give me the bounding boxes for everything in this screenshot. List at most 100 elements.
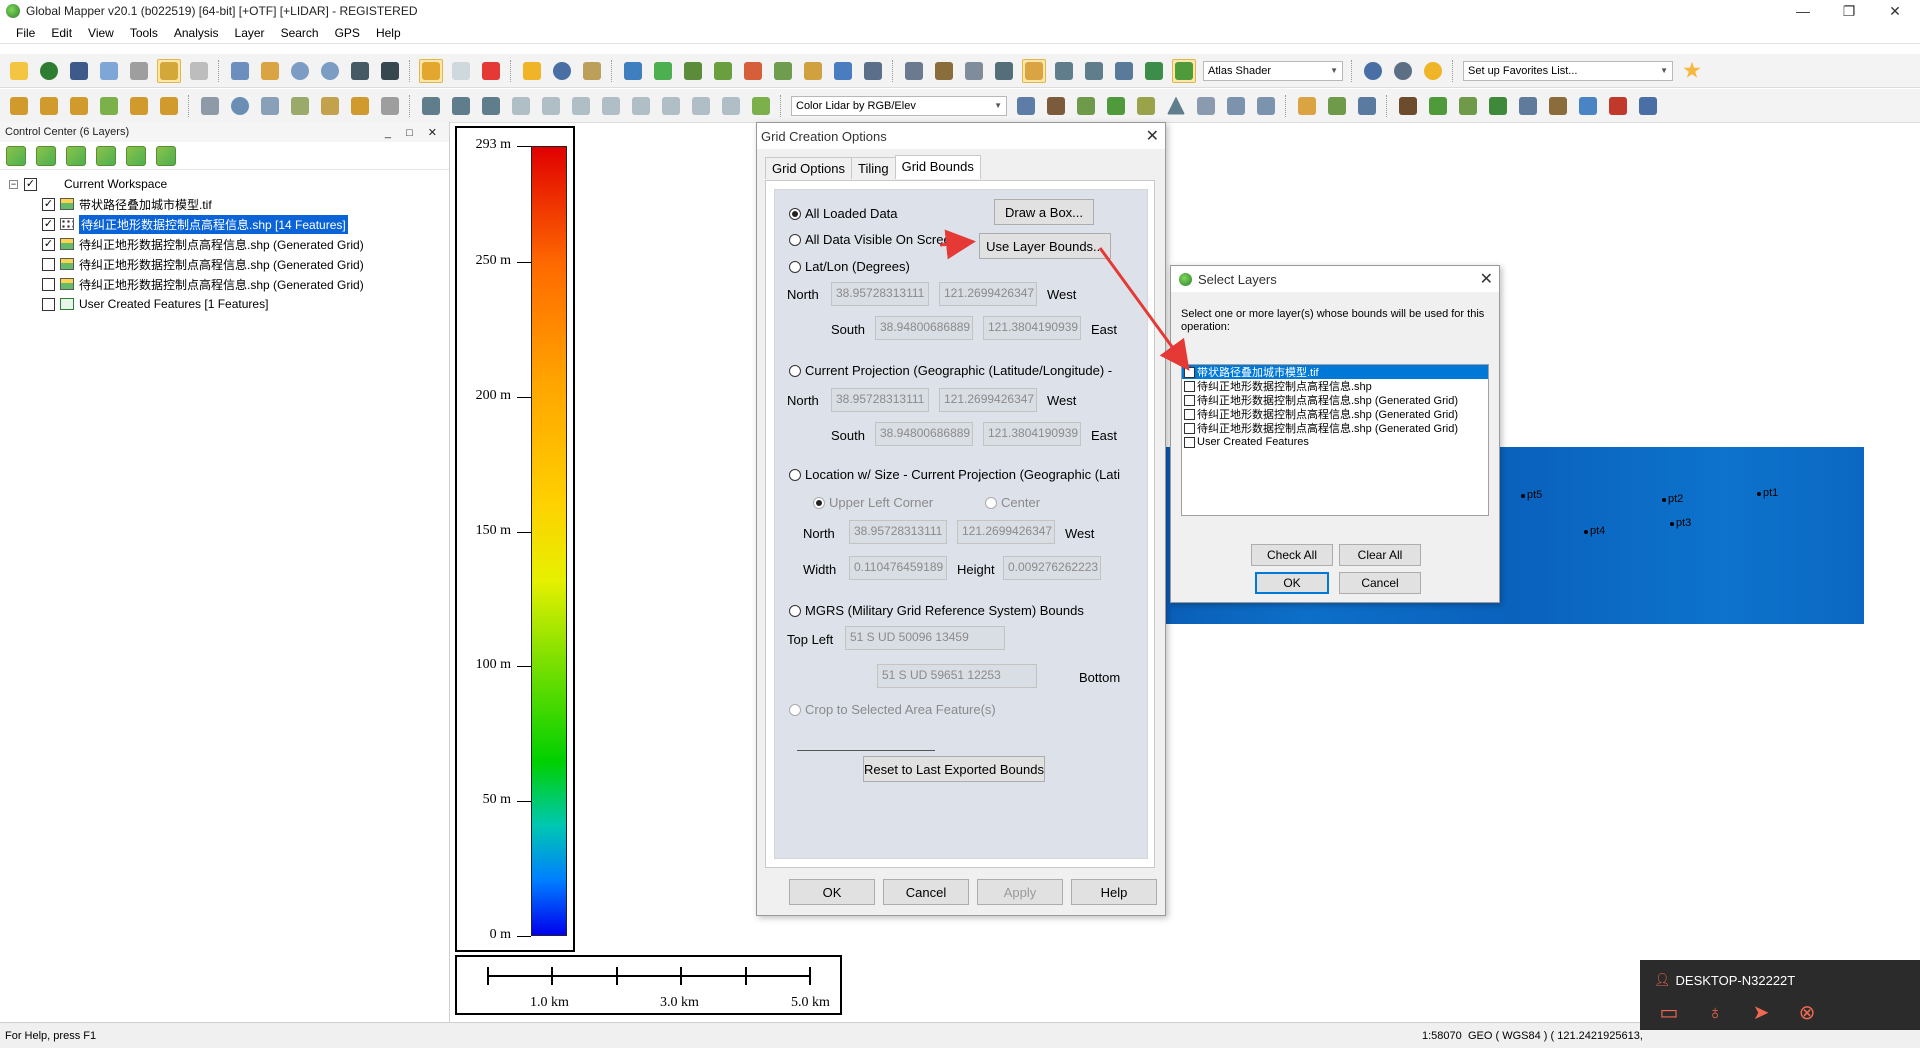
cancel-button[interactable]: Cancel bbox=[1339, 572, 1421, 594]
delete-x-icon[interactable] bbox=[479, 59, 503, 83]
layer-row[interactable]: User Created Features [1 Features] bbox=[0, 294, 449, 314]
split-icon[interactable] bbox=[569, 94, 593, 118]
proj-west-field[interactable]: 121.2699426347 bbox=[939, 388, 1037, 412]
radio-all-loaded-data[interactable]: All Loaded Data bbox=[789, 206, 898, 221]
remove-layer-icon[interactable] bbox=[66, 145, 86, 166]
toolbar-grip[interactable] bbox=[409, 94, 412, 117]
layout-icon[interactable] bbox=[902, 59, 926, 83]
lidar-search-icon[interactable] bbox=[1224, 94, 1248, 118]
reset-bounds-button[interactable]: Reset to Last Exported Bounds bbox=[863, 756, 1045, 782]
hatch-icon[interactable] bbox=[1194, 94, 1218, 118]
layer-checkbox[interactable] bbox=[1184, 422, 1195, 434]
zoom-in-icon[interactable] bbox=[288, 59, 312, 83]
powerline-icon[interactable] bbox=[1546, 94, 1570, 118]
cancel-button[interactable]: Cancel bbox=[883, 879, 969, 905]
snap-icon[interactable] bbox=[539, 94, 563, 118]
terrain-tool-icon[interactable] bbox=[771, 59, 795, 83]
map-point-pt5[interactable]: pt5 bbox=[1521, 489, 1542, 501]
workspace-checkbox[interactable]: ✓ bbox=[24, 177, 37, 191]
radio-center[interactable]: Center bbox=[985, 495, 1040, 510]
rotate-icon[interactable] bbox=[629, 94, 653, 118]
pan-hand-icon[interactable] bbox=[258, 59, 282, 83]
layer-check-item[interactable]: 待纠正地形数据控制点高程信息.shp (Generated Grid) bbox=[1182, 393, 1488, 407]
vertical-scale-icon[interactable] bbox=[1052, 59, 1076, 83]
lidar-query-icon[interactable] bbox=[1254, 94, 1278, 118]
lidar-edit-icon[interactable] bbox=[1325, 94, 1349, 118]
radio-current-projection[interactable]: Current Projection (Geographic (Latitude… bbox=[789, 363, 1112, 378]
favorite-star-icon[interactable] bbox=[1680, 59, 1704, 83]
toolbar-grip[interactable] bbox=[1351, 59, 1354, 82]
terrain-path-icon[interactable] bbox=[621, 59, 645, 83]
path-points-icon[interactable] bbox=[1606, 94, 1630, 118]
layer-checkbox[interactable] bbox=[1184, 436, 1195, 448]
tree-icon[interactable] bbox=[1486, 94, 1510, 118]
home-icon[interactable] bbox=[378, 59, 402, 83]
layer-checkbox[interactable]: ✓ bbox=[1184, 366, 1195, 378]
lidar-icon[interactable] bbox=[1112, 59, 1136, 83]
ls-north-field[interactable]: 38.95728313111 bbox=[849, 520, 947, 544]
split-view-icon[interactable] bbox=[962, 59, 986, 83]
watershed-icon[interactable] bbox=[741, 59, 765, 83]
apply-button[interactable]: Apply bbox=[977, 879, 1063, 905]
contour-icon[interactable] bbox=[711, 59, 735, 83]
lidar-points-icon[interactable] bbox=[1355, 94, 1379, 118]
toolbar-grip[interactable] bbox=[892, 59, 895, 82]
map-image-icon[interactable] bbox=[831, 59, 855, 83]
toolbar-grip[interactable] bbox=[1386, 94, 1389, 117]
add-layer-icon[interactable] bbox=[6, 145, 26, 166]
online-data-globe-icon[interactable] bbox=[1361, 59, 1385, 83]
elev-scale-icon[interactable] bbox=[1082, 59, 1106, 83]
clear-all-button[interactable]: Clear All bbox=[1339, 544, 1421, 566]
back-arrow-icon[interactable] bbox=[348, 59, 372, 83]
width-field[interactable]: 0.110476459189 bbox=[849, 556, 947, 580]
minimize-button[interactable]: — bbox=[1780, 0, 1826, 22]
feature-info-icon[interactable] bbox=[580, 59, 604, 83]
latlon-south-field[interactable]: 38.94800686889 bbox=[875, 316, 973, 340]
cut-fill-icon[interactable] bbox=[801, 59, 825, 83]
create-point-icon[interactable] bbox=[198, 94, 222, 118]
tab-grid-options[interactable]: Grid Options bbox=[765, 157, 852, 179]
menu-edit[interactable]: Edit bbox=[43, 24, 80, 42]
layer-row[interactable]: 待纠正地形数据控制点高程信息.shp (Generated Grid) bbox=[0, 254, 449, 274]
proj-east-field[interactable]: 121.3804190939 bbox=[983, 422, 1081, 446]
lidar-tree-icon[interactable] bbox=[1104, 94, 1128, 118]
ok-button[interactable]: OK bbox=[789, 879, 875, 905]
radio-latlon[interactable]: Lat/Lon (Degrees) bbox=[789, 259, 910, 274]
pencil-edit-icon[interactable] bbox=[348, 94, 372, 118]
zoom-out-icon[interactable] bbox=[318, 59, 342, 83]
settings-gear-icon[interactable] bbox=[1391, 59, 1415, 83]
disconnect-icon[interactable]: ⊗ bbox=[1794, 1000, 1820, 1026]
draw-line-6-icon[interactable] bbox=[157, 94, 181, 118]
map-point-pt1[interactable]: pt1 bbox=[1757, 487, 1778, 499]
range-ring-icon[interactable] bbox=[228, 94, 252, 118]
layer-visibility-checkbox[interactable] bbox=[42, 277, 55, 291]
layer-checkbox[interactable] bbox=[1184, 394, 1195, 406]
overview-icon[interactable] bbox=[187, 59, 211, 83]
grid-icon[interactable] bbox=[258, 94, 282, 118]
lidar-ground-icon[interactable] bbox=[1134, 94, 1158, 118]
grass-icon[interactable] bbox=[1426, 94, 1450, 118]
mgrs-bottom-right-field[interactable]: 51 S UD 59651 12253 bbox=[877, 664, 1037, 688]
vertex-icon[interactable] bbox=[479, 94, 503, 118]
menu-view[interactable]: View bbox=[80, 24, 122, 42]
close-icon[interactable]: ✕ bbox=[1480, 269, 1493, 289]
create-area-icon[interactable] bbox=[318, 94, 342, 118]
check-all-button[interactable]: Check All bbox=[1251, 544, 1333, 566]
ok-button[interactable]: OK bbox=[1255, 572, 1329, 594]
layer-visibility-checkbox[interactable]: ✓ bbox=[42, 217, 55, 231]
collapse-icon[interactable]: − bbox=[9, 179, 18, 189]
select-area-icon[interactable] bbox=[449, 59, 473, 83]
toolbar-grip[interactable] bbox=[510, 59, 513, 82]
draw-box-button[interactable]: Draw a Box... bbox=[994, 199, 1094, 225]
mountain-icon[interactable] bbox=[1396, 94, 1420, 118]
toolbar-grip[interactable] bbox=[409, 59, 412, 82]
menu-file[interactable]: File bbox=[8, 24, 43, 42]
help-button[interactable]: Help bbox=[1071, 879, 1157, 905]
toolbar-grip[interactable] bbox=[780, 94, 783, 117]
ls-west-field[interactable]: 121.2699426347 bbox=[957, 520, 1055, 544]
path-icon[interactable] bbox=[932, 59, 956, 83]
layer-checkbox[interactable] bbox=[1184, 408, 1195, 420]
lidar-filter-icon[interactable] bbox=[1014, 94, 1038, 118]
draw-line-icon[interactable] bbox=[7, 94, 31, 118]
close-icon[interactable]: ✕ bbox=[1146, 126, 1159, 146]
